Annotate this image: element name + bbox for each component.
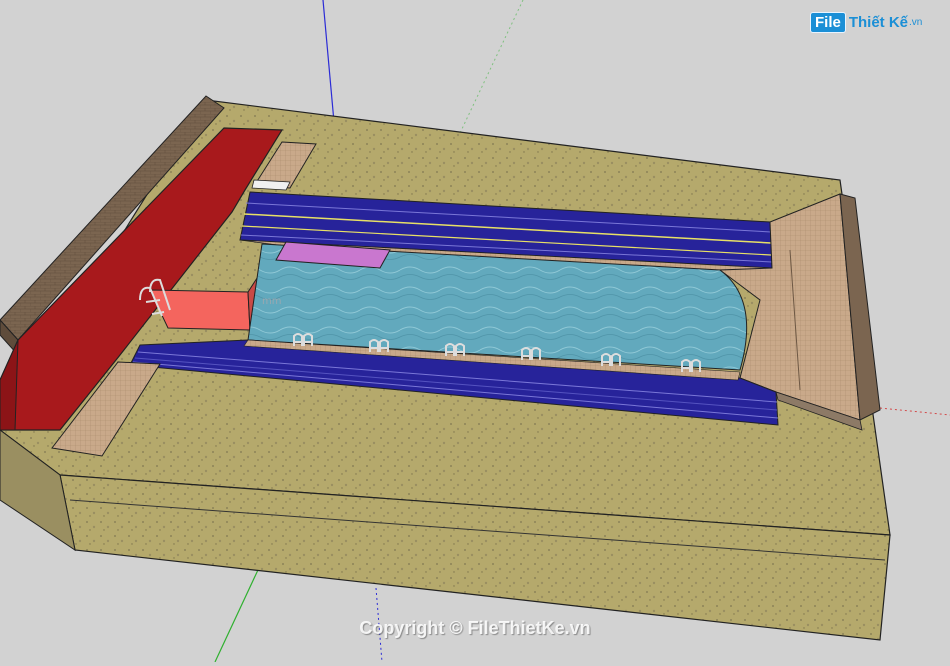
- logo-name: Thiết Kế: [848, 14, 909, 31]
- model-viewport[interactable]: [0, 0, 950, 663]
- unit-label: mm: [262, 296, 282, 307]
- copyright-watermark: Copyright © FileThietKe.vn: [359, 618, 591, 638]
- axis-red-right: [879, 407, 950, 416]
- site-logo: File Thiết Kế .vn: [810, 12, 922, 33]
- logo-badge: File: [810, 12, 846, 33]
- axis-green-top: [451, 0, 524, 151]
- logo-tld: .vn: [909, 17, 923, 28]
- pool-model-canvas[interactable]: [0, 0, 950, 663]
